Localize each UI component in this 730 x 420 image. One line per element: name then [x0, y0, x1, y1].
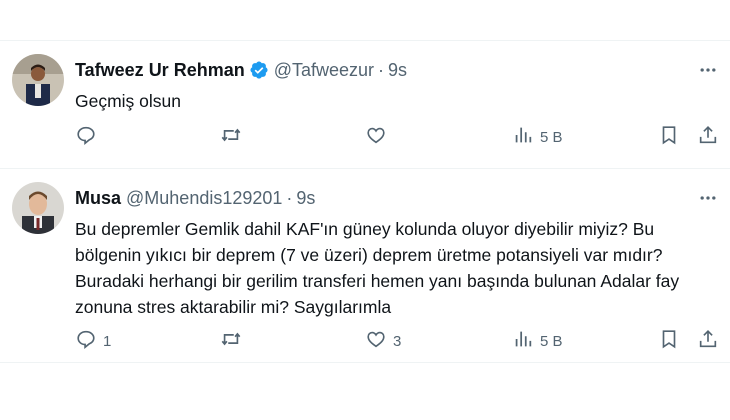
bookmark-icon: [658, 124, 680, 150]
like-icon: [365, 328, 387, 354]
avatar-image: [12, 54, 64, 106]
bookmark-button[interactable]: [658, 122, 680, 152]
more-icon[interactable]: [696, 186, 720, 210]
views-icon: [512, 328, 534, 354]
share-icon: [697, 328, 719, 354]
more-icon[interactable]: [696, 58, 720, 82]
bookmark-icon: [658, 328, 680, 354]
timestamp[interactable]: 9s: [296, 188, 315, 209]
views-button[interactable]: 5 B: [512, 122, 563, 152]
tweet-text: Bu depremler Gemlik dahil KAF'ın güney k…: [75, 219, 680, 317]
reply-count: 1: [103, 332, 112, 350]
avatar[interactable]: [12, 54, 64, 106]
display-name[interactable]: Musa: [75, 188, 121, 209]
verified-badge-icon: [249, 60, 269, 80]
reply-button[interactable]: [75, 122, 103, 152]
bottom-divider: [0, 362, 730, 363]
timestamp[interactable]: 9s: [388, 60, 407, 81]
like-icon: [365, 124, 387, 150]
avatar-image: [12, 182, 64, 234]
share-button[interactable]: [697, 326, 719, 356]
action-bar: 1 3 5 B: [63, 326, 723, 356]
views-count: 5 B: [540, 332, 563, 350]
retweet-button[interactable]: [220, 326, 248, 356]
tweet-header: Tafweez Ur Rehman @Tafweezur · 9s: [75, 58, 407, 82]
bookmark-button[interactable]: [658, 326, 680, 356]
like-button[interactable]: [365, 122, 393, 152]
handle[interactable]: @Muhendis129201: [126, 188, 282, 209]
action-bar: 5 B: [63, 122, 723, 152]
handle[interactable]: @Tafweezur: [274, 60, 374, 81]
tweet[interactable]: Tafweez Ur Rehman @Tafweezur · 9s Geçmiş…: [0, 40, 730, 168]
views-icon: [512, 124, 534, 150]
retweet-icon: [220, 328, 242, 354]
separator-dot: ·: [378, 59, 385, 80]
reply-icon: [75, 328, 97, 354]
share-button[interactable]: [697, 122, 719, 152]
display-name[interactable]: Tafweez Ur Rehman: [75, 60, 245, 81]
retweet-icon: [220, 124, 242, 150]
retweet-button[interactable]: [220, 122, 248, 152]
views-count: 5 B: [540, 128, 563, 146]
tweet[interactable]: Musa @Muhendis129201 · 9s Bu depremler G…: [0, 168, 730, 360]
tweet-text: Geçmiş olsun: [75, 91, 182, 111]
share-icon: [697, 124, 719, 150]
reply-button[interactable]: 1: [75, 326, 111, 356]
avatar[interactable]: [12, 182, 64, 234]
like-button[interactable]: 3: [365, 326, 401, 356]
reply-icon: [75, 124, 97, 150]
like-count: 3: [393, 332, 402, 350]
views-button[interactable]: 5 B: [512, 326, 563, 356]
tweet-header: Musa @Muhendis129201 · 9s: [75, 186, 315, 210]
separator-dot: ·: [286, 187, 293, 208]
